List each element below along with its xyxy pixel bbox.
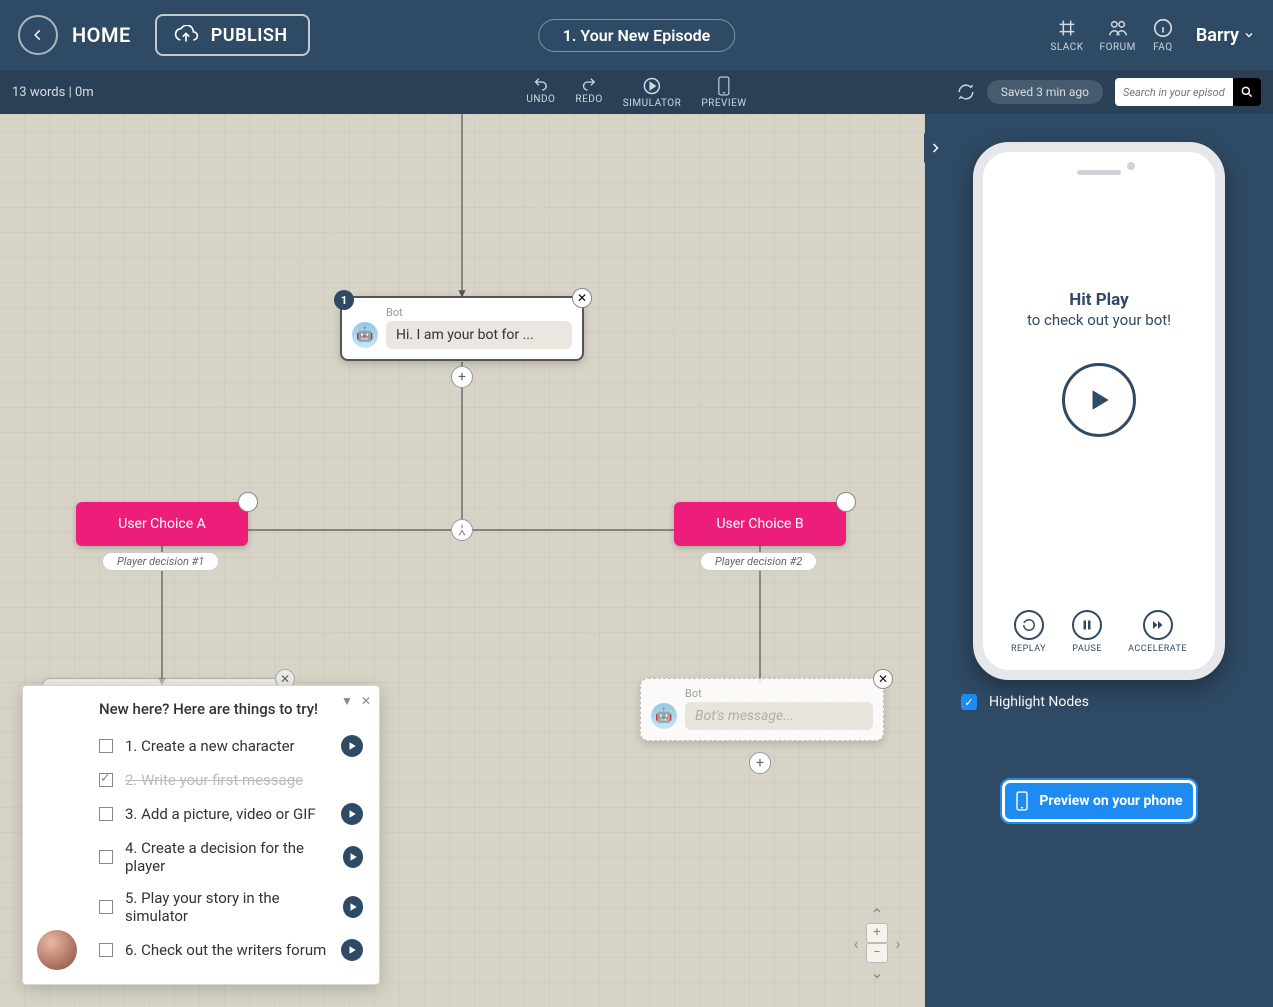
- slack-link[interactable]: SLACK: [1050, 17, 1083, 53]
- zoom-out-button[interactable]: −: [866, 943, 888, 963]
- onboarding-item[interactable]: 6. Check out the writers forum: [39, 932, 363, 968]
- choice-node-a[interactable]: ✕ User Choice A: [76, 502, 248, 546]
- sim-accelerate-button[interactable]: ACCELERATE: [1128, 610, 1187, 654]
- zoom-compass: ⌃ + − ‹ › ⌄: [847, 905, 907, 981]
- add-node-handle[interactable]: +: [451, 366, 473, 388]
- choice-node-b[interactable]: ✕ User Choice B: [674, 502, 846, 546]
- delete-node-button[interactable]: ✕: [836, 492, 856, 512]
- user-menu[interactable]: Barry: [1196, 25, 1255, 46]
- home-link[interactable]: HOME: [72, 23, 131, 47]
- delete-node-button[interactable]: ✕: [572, 288, 592, 308]
- preview-button[interactable]: PREVIEW: [701, 76, 746, 109]
- play-tip-button[interactable]: [343, 896, 363, 918]
- faq-link[interactable]: FAQ: [1152, 17, 1174, 53]
- onboarding-item-label: 2. Write your first message: [125, 771, 303, 789]
- collapse-panel-button[interactable]: [924, 132, 946, 164]
- search-input[interactable]: [1115, 78, 1233, 106]
- simulator-panel: Hit Play to check out your bot! REPLAY P…: [925, 114, 1273, 1007]
- sim-play-button[interactable]: [1062, 363, 1136, 437]
- node-index-badge: 1: [334, 290, 354, 310]
- play-icon: [1086, 385, 1112, 415]
- simulator-button[interactable]: SIMULATOR: [623, 76, 682, 109]
- highlight-nodes-label: Highlight Nodes: [989, 694, 1089, 710]
- highlight-nodes-checkbox[interactable]: ✓: [961, 694, 977, 710]
- chevron-down-icon: [1243, 29, 1255, 41]
- delete-node-button[interactable]: ✕: [238, 492, 258, 512]
- pan-right-button[interactable]: ›: [896, 934, 901, 953]
- bot-message-placeholder[interactable]: Bot's message...: [685, 702, 873, 730]
- checkbox-icon: [99, 773, 113, 787]
- add-node-handle[interactable]: +: [749, 752, 771, 774]
- coach-avatar: [37, 930, 77, 970]
- checkbox-icon: [99, 900, 113, 914]
- play-tip-button[interactable]: [341, 803, 363, 825]
- bot-node-1[interactable]: 1 ✕ Bot 🤖 Hi. I am your bot for ...: [340, 296, 584, 361]
- onboarding-item-label: 5. Play your story in the simulator: [125, 889, 331, 925]
- sim-subheading: to check out your bot!: [1027, 311, 1171, 329]
- sim-heading: Hit Play: [1069, 290, 1128, 310]
- bot-message-text[interactable]: Hi. I am your bot for ...: [386, 321, 572, 349]
- decision-tag-b: Player decision #2: [700, 552, 817, 571]
- sync-icon[interactable]: [957, 83, 975, 101]
- checkbox-icon: [99, 807, 113, 821]
- branch-handle[interactable]: [451, 519, 473, 541]
- zoom-in-button[interactable]: +: [866, 923, 888, 943]
- delete-node-button[interactable]: ✕: [873, 669, 893, 689]
- pause-icon: [1081, 618, 1093, 632]
- close-button[interactable]: ✕: [361, 694, 371, 708]
- onboarding-item[interactable]: 4. Create a decision for the player: [39, 832, 363, 882]
- play-tip-button[interactable]: [343, 846, 363, 868]
- speaker-label: Bot: [386, 306, 572, 319]
- onboarding-item-label: 6. Check out the writers forum: [125, 941, 326, 959]
- preview-on-phone-button[interactable]: Preview on your phone: [1002, 780, 1196, 822]
- onboarding-item[interactable]: 2. Write your first message: [39, 764, 363, 796]
- editor-toolbar: 13 words | 0m UNDO REDO SIMULATOR PREVIE…: [0, 70, 1273, 114]
- back-button[interactable]: [18, 15, 58, 55]
- bot-avatar-icon: 🤖: [352, 322, 378, 348]
- onboarding-item-label: 4. Create a decision for the player: [125, 839, 331, 875]
- onboarding-item[interactable]: 3. Add a picture, video or GIF: [39, 796, 363, 832]
- onboarding-item[interactable]: 1. Create a new character: [39, 728, 363, 764]
- pan-down-button[interactable]: ⌄: [870, 963, 883, 982]
- bot-node-leaf-b[interactable]: ✕ Bot 🤖 Bot's message...: [640, 678, 884, 741]
- checkbox-icon: [99, 850, 113, 864]
- sim-pause-button[interactable]: PAUSE: [1072, 610, 1102, 654]
- word-count: 13 words | 0m: [12, 85, 94, 100]
- play-tip-button[interactable]: [341, 735, 363, 757]
- speaker-label: Bot: [685, 687, 873, 700]
- search-button[interactable]: [1233, 78, 1261, 106]
- pan-left-button[interactable]: ‹: [854, 934, 859, 953]
- episode-title[interactable]: 1. Your New Episode: [538, 19, 736, 52]
- phone-simulator: Hit Play to check out your bot! REPLAY P…: [973, 142, 1225, 680]
- onboarding-item-label: 1. Create a new character: [125, 737, 295, 755]
- checkbox-icon: [99, 739, 113, 753]
- publish-button[interactable]: PUBLISH: [155, 14, 310, 56]
- pan-up-button[interactable]: ⌃: [870, 905, 883, 924]
- play-tip-button[interactable]: [341, 939, 363, 961]
- sim-replay-button[interactable]: REPLAY: [1011, 610, 1046, 654]
- minimize-button[interactable]: ▼: [341, 694, 353, 708]
- onboarding-title: New here? Here are things to try!: [99, 700, 363, 718]
- forum-link[interactable]: FORUM: [1100, 17, 1136, 53]
- replay-icon: [1022, 618, 1036, 632]
- redo-button[interactable]: REDO: [575, 76, 602, 109]
- phone-icon: [1015, 791, 1029, 811]
- fast-forward-icon: [1150, 619, 1166, 631]
- undo-button[interactable]: UNDO: [526, 76, 555, 109]
- bot-avatar-icon: 🤖: [651, 703, 677, 729]
- decision-tag-a: Player decision #1: [102, 552, 219, 571]
- onboarding-item[interactable]: 5. Play your story in the simulator: [39, 882, 363, 932]
- search-icon: [1240, 85, 1254, 99]
- checkbox-icon: [99, 943, 113, 957]
- onboarding-item-label: 3. Add a picture, video or GIF: [125, 805, 316, 823]
- onboarding-popup: ▼ ✕ New here? Here are things to try! 1.…: [22, 685, 380, 985]
- app-header: HOME PUBLISH 1. Your New Episode SLACK F…: [0, 0, 1273, 70]
- publish-label: PUBLISH: [211, 25, 288, 46]
- flow-canvas[interactable]: 1 ✕ Bot 🤖 Hi. I am your bot for ... + ✕ …: [0, 114, 925, 1007]
- save-status: Saved 3 min ago: [987, 80, 1103, 104]
